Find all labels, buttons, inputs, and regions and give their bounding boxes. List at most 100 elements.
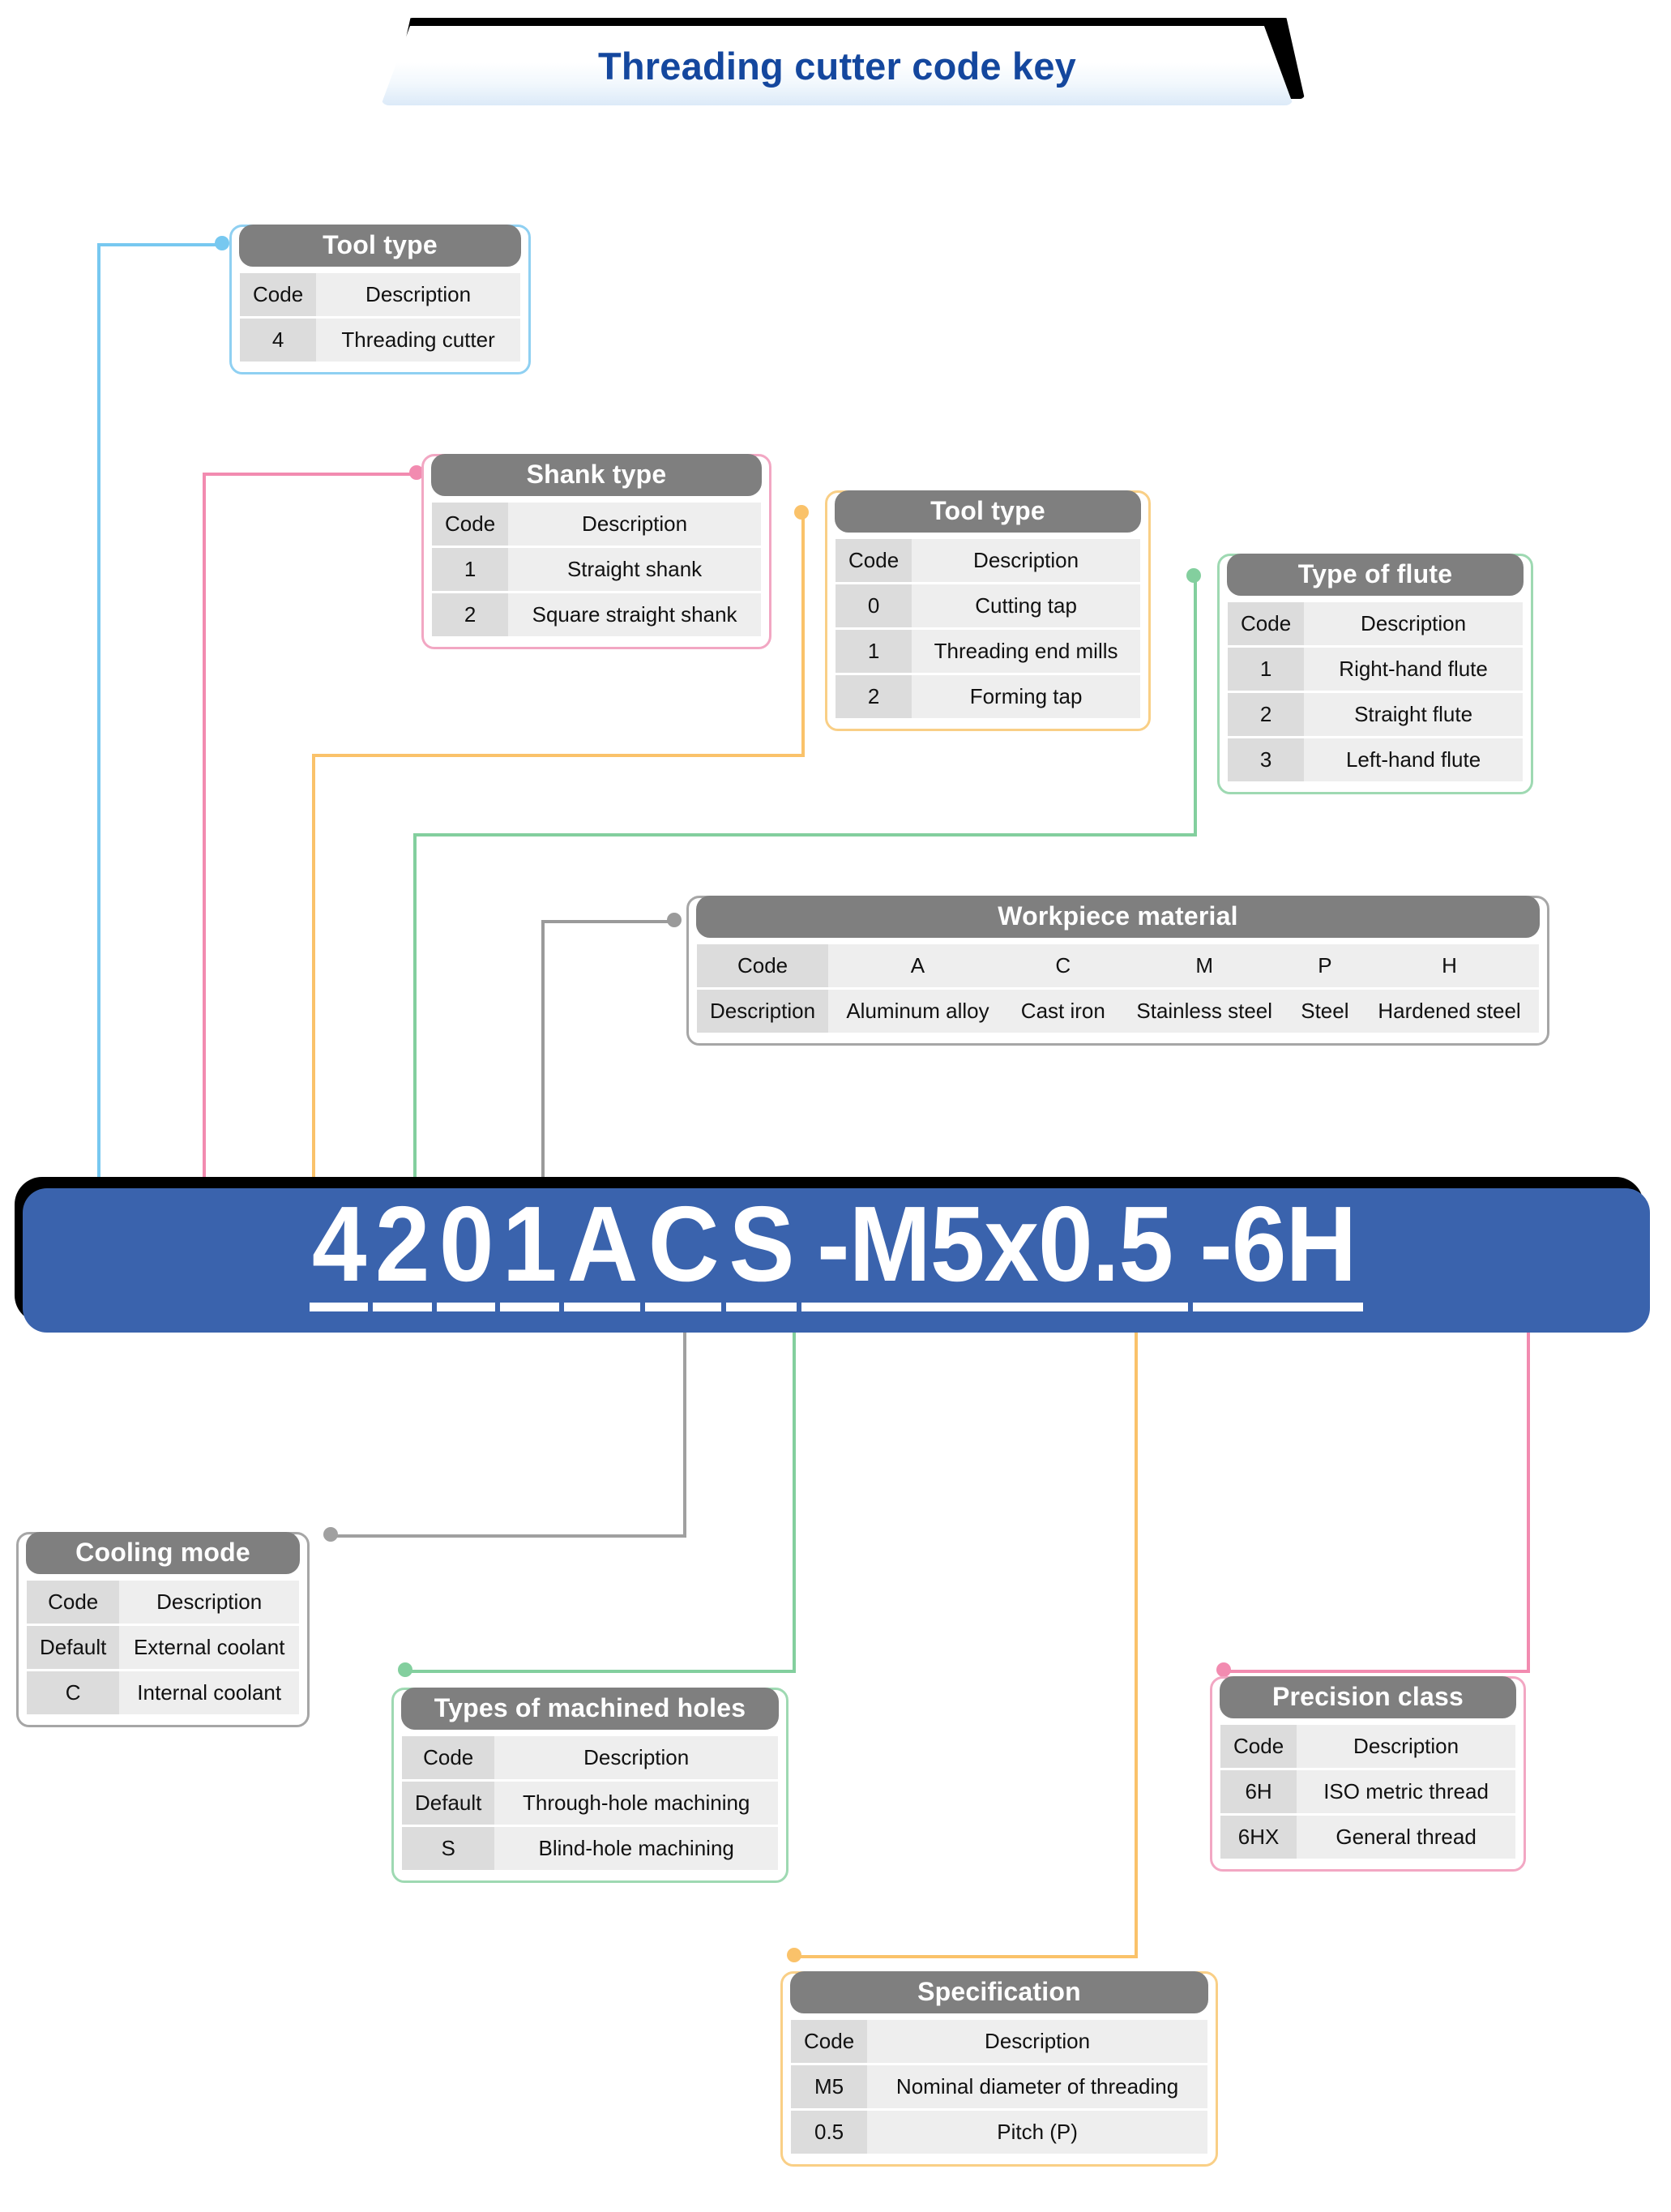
card-table: Code Description M5 Nominal diameter of … (791, 2017, 1207, 2156)
connector-tool-type-top-vertical (97, 243, 100, 1187)
cell-material-description: Aluminum alloy (828, 990, 1007, 1033)
cell-code: 3 (1228, 738, 1305, 781)
connector-type-of-flute-riser (1194, 575, 1197, 835)
card-title: Types of machined holes (401, 1688, 779, 1730)
cell-description: External coolant (119, 1626, 299, 1669)
cell-code-header: Code (791, 2020, 868, 2063)
table-row: C Internal coolant (27, 1671, 299, 1714)
cell-code: 0 (836, 584, 912, 627)
cell-material-code: M (1118, 944, 1290, 987)
table-row: 0.5 Pitch (P) (791, 2111, 1207, 2154)
table-row: 1 Straight shank (432, 548, 761, 591)
cell-material-code: C (1006, 944, 1119, 987)
connector-shank-type-vertical (203, 473, 206, 1187)
card-type-of-flute: Type of flute Code Description 1 Right-h… (1217, 554, 1533, 794)
connector-dot-type-of-flute (1186, 568, 1201, 583)
connector-specification-vertical (1135, 1323, 1138, 1958)
card-title: Cooling mode (26, 1532, 300, 1574)
connector-cooling-mode-vertical (683, 1323, 686, 1538)
diagram-canvas: Threading cutter code key 4 2 0 1 A C S … (0, 0, 1671, 2212)
connector-workpiece-material-vertical (541, 920, 545, 1187)
code-segment-underline (309, 1302, 369, 1311)
code-segment: -M5x0.5 (801, 1189, 1189, 1311)
cell-material-description: Steel (1289, 990, 1361, 1033)
cell-row-label: Description (697, 990, 829, 1033)
cell-description: ISO metric thread (1297, 1770, 1515, 1813)
cell-code-header: Code (27, 1581, 120, 1624)
cell-code: 1 (836, 630, 912, 673)
table-row: 2 Forming tap (836, 675, 1140, 718)
cell-code: 1 (432, 548, 509, 591)
connector-dot-cooling-mode (323, 1527, 338, 1542)
card-shank-type: Shank type Code Description 1 Straight s… (421, 454, 771, 649)
cell-description-header: Description (119, 1581, 299, 1624)
page-title: Threading cutter code key (597, 44, 1077, 88)
card-table: Code Description Default Through-hole ma… (402, 1734, 778, 1872)
cell-description-header: Description (508, 503, 761, 546)
table-row: 1 Right-hand flute (1228, 648, 1523, 691)
code-banner: 4 2 0 1 A C S -M5x0.5 -6H (15, 1177, 1652, 1333)
code-segment-underline (1193, 1302, 1364, 1311)
cell-description: Threading cutter (316, 319, 520, 362)
connector-dot-tool-type-top (215, 236, 229, 250)
card-workpiece-material: Workpiece material Code A C M P H Descri… (686, 896, 1549, 1046)
connector-precision-class-horizontal (1224, 1670, 1530, 1673)
code-segment: -6H (1193, 1189, 1364, 1311)
code-segment-underline (373, 1302, 432, 1311)
card-title: Precision class (1220, 1676, 1516, 1718)
code-segment-glyph: C (647, 1188, 720, 1303)
cell-code: C (27, 1671, 120, 1714)
table-row: S Blind-hole machining (402, 1827, 778, 1870)
cell-code: 1 (1228, 648, 1305, 691)
connector-dot-workpiece-material (667, 913, 682, 927)
cell-code: Default (402, 1782, 495, 1825)
cell-code: 6HX (1220, 1816, 1297, 1859)
cell-description: Internal coolant (119, 1671, 299, 1714)
connector-dot-machined-holes (398, 1662, 412, 1677)
card-title: Workpiece material (696, 896, 1540, 938)
code-segment-glyph: 4 (311, 1188, 367, 1303)
cell-code-header: Code (1228, 602, 1305, 645)
code-segment-underline (500, 1302, 559, 1311)
card-table: Code Description 6H ISO metric thread 6H… (1220, 1722, 1515, 1861)
card-precision-class: Precision class Code Description 6H ISO … (1210, 1676, 1526, 1872)
code-segment: C (644, 1188, 722, 1311)
connector-tool-type-top-horizontal (97, 243, 223, 246)
cell-description: Cutting tap (912, 584, 1140, 627)
connector-type-of-flute-horizontal (413, 833, 1197, 836)
table-row: Code Description (1220, 1725, 1515, 1768)
table-row: M5 Nominal diameter of threading (791, 2065, 1207, 2108)
cell-description: Square straight shank (508, 593, 761, 636)
cell-description: Nominal diameter of threading (867, 2065, 1207, 2108)
cell-description: Pitch (P) (867, 2111, 1207, 2154)
card-title: Specification (790, 1971, 1208, 2013)
code-segment-list: 4 2 0 1 A C S -M5x0.5 -6H (307, 1188, 1365, 1311)
code-segment-underline (801, 1302, 1189, 1311)
table-row: 6H ISO metric thread (1220, 1770, 1515, 1813)
table-row: Description Aluminum alloy Cast iron Sta… (697, 990, 1539, 1033)
connector-tool-type-mid-horizontal (312, 754, 805, 757)
table-row: 2 Square straight shank (432, 593, 761, 636)
connector-shank-type-horizontal (203, 473, 417, 476)
card-tool-type-top: Tool type Code Description 4 Threading c… (229, 225, 531, 374)
card-specification: Specification Code Description M5 Nomina… (780, 1971, 1218, 2167)
card-title: Shank type (431, 454, 762, 496)
card-cooling-mode: Cooling mode Code Description Default Ex… (16, 1532, 310, 1727)
cell-description-header: Description (494, 1736, 778, 1779)
card-table: Code A C M P H Description Aluminum allo… (697, 942, 1539, 1035)
table-row: 1 Threading end mills (836, 630, 1140, 673)
cell-row-label: Code (697, 944, 829, 987)
cell-description: Straight flute (1304, 693, 1523, 736)
code-segment-underline (726, 1302, 797, 1311)
card-tool-type-mid: Tool type Code Description 0 Cutting tap… (825, 490, 1151, 731)
code-segment-underline (644, 1302, 722, 1311)
cell-description-header: Description (867, 2020, 1207, 2063)
cell-material-description: Cast iron (1006, 990, 1119, 1033)
connector-tool-type-mid-vertical (312, 754, 315, 1187)
connector-workpiece-material-horizontal (541, 920, 675, 923)
cell-description: Threading end mills (912, 630, 1140, 673)
table-row: Default Through-hole machining (402, 1782, 778, 1825)
cell-material-description: Stainless steel (1118, 990, 1290, 1033)
table-row: Code Description (791, 2020, 1207, 2063)
card-title: Tool type (239, 225, 521, 267)
